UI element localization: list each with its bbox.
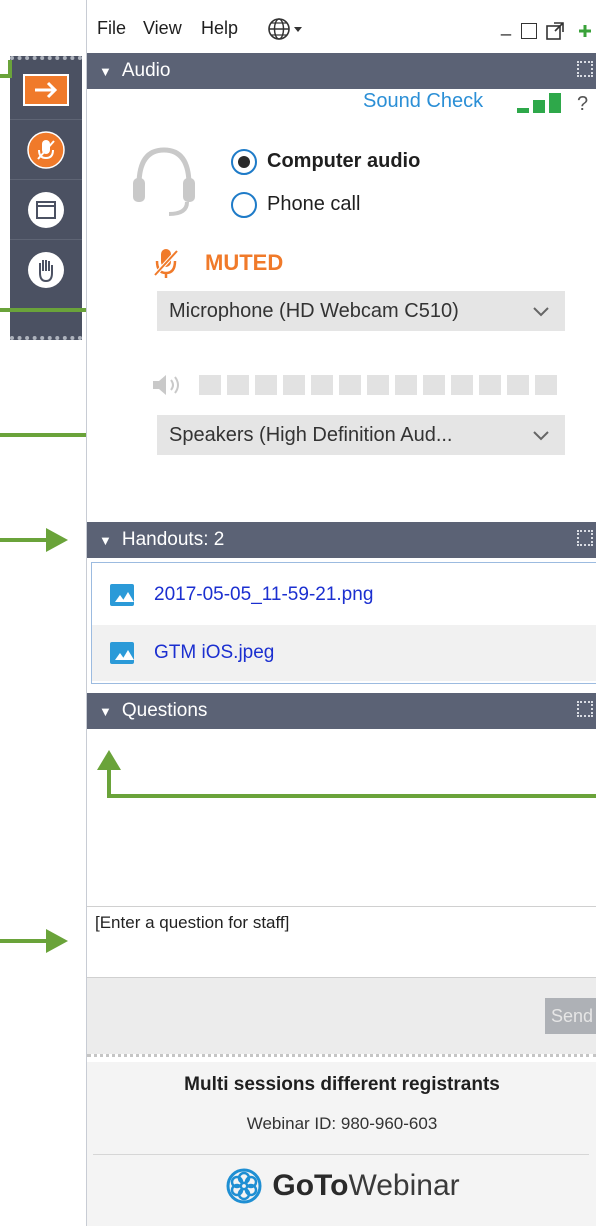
session-name: Multi sessions different registrants (184, 1074, 500, 1095)
handout-file-name[interactable]: GTM iOS.jpeg (154, 642, 274, 664)
microphone-muted-icon (27, 130, 65, 169)
window-icon (28, 191, 64, 228)
menu-file[interactable]: File (97, 18, 126, 39)
audio-section-title: Audio (121, 60, 171, 81)
menu-help[interactable]: Help (201, 18, 238, 39)
sound-check-link[interactable]: Sound Check (363, 90, 483, 113)
collapse-triangle-icon: ▼ (99, 63, 112, 79)
speaker-level-meter (199, 375, 565, 395)
logo-goto-text: GoTo (272, 1169, 349, 1202)
webinar-id: Webinar ID: 980-960-603 (246, 1114, 438, 1133)
menu-bar: File View Help _ (87, 10, 596, 50)
chevron-down-icon (533, 307, 549, 317)
collapse-control-panel-button[interactable] (10, 60, 82, 120)
level-meter-segment (255, 375, 277, 395)
handouts-section-title: Handouts: 2 (121, 529, 225, 550)
control-panel: File View Help _ ▼ Audio Sound Check ? C… (86, 0, 596, 1226)
speaker-volume-icon (153, 375, 179, 395)
footer-divider (93, 1154, 589, 1155)
handouts-section-header[interactable]: ▼ Handouts: 2 (87, 522, 596, 558)
handouts-list: 2017-05-05_11-59-21.png GTM iOS.jpeg (91, 562, 596, 684)
level-meter-segment (283, 375, 305, 395)
question-input-placeholder: [Enter a question for staff] (95, 913, 290, 932)
audio-help-icon[interactable]: ? (577, 93, 588, 116)
microphone-muted-icon (153, 249, 179, 278)
level-meter-segment (367, 375, 389, 395)
popout-section-icon[interactable] (577, 61, 593, 77)
image-file-icon (110, 584, 134, 606)
raise-hand-button[interactable] (10, 240, 82, 300)
annotation-arrow-questions-log (97, 750, 596, 798)
resize-grip[interactable] (87, 1054, 596, 1060)
popout-section-icon[interactable] (577, 530, 593, 546)
speakers-select[interactable]: Speakers (High Definition Aud... (157, 415, 565, 455)
annotation-arrow-strip (0, 60, 12, 78)
level-meter-segment (451, 375, 473, 395)
handout-file-name[interactable]: 2017-05-05_11-59-21.png (154, 584, 373, 606)
mute-toggle-button[interactable] (10, 120, 82, 180)
microphone-select[interactable]: Microphone (HD Webcam C510) (157, 291, 565, 331)
level-meter-segment (311, 375, 333, 395)
collapse-triangle-icon: ▼ (99, 703, 112, 719)
level-meter-segment (395, 375, 417, 395)
gotowebinar-flower-icon (226, 1168, 262, 1204)
muted-status: MUTED (205, 250, 284, 275)
popout-section-icon[interactable] (577, 701, 593, 717)
minimize-button[interactable]: _ (501, 16, 511, 37)
screen-view-button[interactable] (10, 180, 82, 240)
phone-call-label[interactable]: Phone call (267, 193, 360, 216)
computer-audio-radio[interactable] (231, 149, 257, 175)
globe-icon (268, 18, 302, 40)
question-input[interactable]: [Enter a question for staff] (87, 906, 596, 978)
question-send-bar: Send (87, 978, 596, 1054)
phone-call-radio[interactable] (231, 192, 257, 218)
collapse-triangle-icon: ▼ (99, 532, 112, 548)
level-meter-segment (507, 375, 529, 395)
signal-strength-icon (517, 93, 561, 113)
microphone-select-value: Microphone (HD Webcam C510) (169, 299, 459, 322)
pin-icon[interactable] (575, 21, 596, 41)
computer-audio-label[interactable]: Computer audio (267, 150, 420, 173)
popout-window-icon[interactable] (545, 21, 565, 41)
session-footer: Multi sessions different registrants Web… (87, 1062, 596, 1226)
menu-view[interactable]: View (143, 18, 182, 39)
questions-section-title: Questions (121, 700, 208, 721)
handout-item[interactable]: 2017-05-05_11-59-21.png (92, 567, 596, 623)
language-menu[interactable] (267, 17, 307, 46)
gotowebinar-logo: GoTo Webinar (87, 1168, 596, 1204)
arrow-right-icon (23, 73, 69, 106)
speakers-select-value: Speakers (High Definition Aud... (169, 423, 453, 446)
logo-webinar-text: Webinar (348, 1169, 460, 1202)
chevron-down-icon (533, 431, 549, 441)
handout-item[interactable]: GTM iOS.jpeg (92, 625, 596, 681)
audio-section-header[interactable]: ▼ Audio (87, 53, 596, 89)
level-meter-segment (339, 375, 361, 395)
level-meter-segment (479, 375, 501, 395)
headset-icon (133, 147, 195, 216)
maximize-button[interactable] (521, 23, 537, 39)
image-file-icon (110, 642, 134, 664)
level-meter-segment (227, 375, 249, 395)
annotation-arrow-handouts (0, 528, 68, 552)
hand-icon (28, 252, 64, 288)
questions-section-header[interactable]: ▼ Questions (87, 693, 596, 729)
annotation-arrow-question-input (0, 929, 68, 953)
level-meter-segment (535, 375, 557, 395)
send-button[interactable]: Send (545, 998, 596, 1034)
level-meter-segment (423, 375, 445, 395)
level-meter-segment (199, 375, 221, 395)
